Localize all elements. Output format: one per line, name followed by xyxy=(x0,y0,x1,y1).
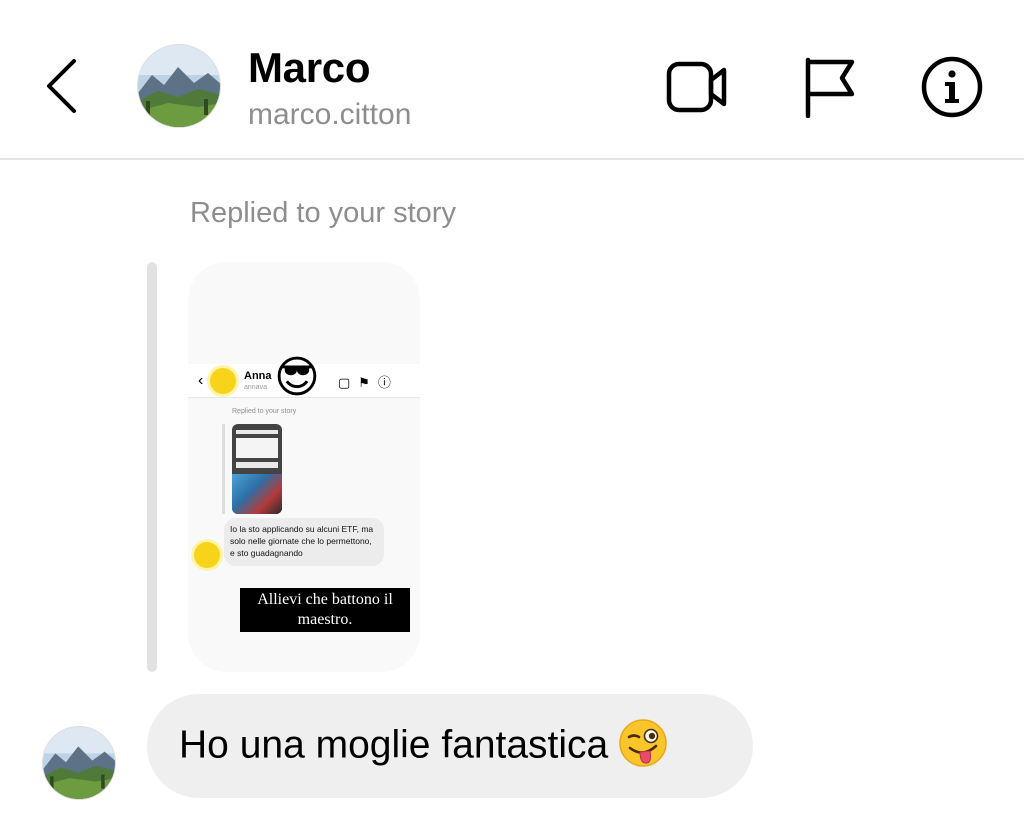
message-bubble[interactable]: Ho una moglie fantastica xyxy=(147,694,753,798)
chevron-left-icon xyxy=(47,59,76,113)
info-button[interactable] xyxy=(918,56,984,118)
message-text: Ho una moglie fantastica xyxy=(179,723,609,767)
mountain-landscape-avatar xyxy=(43,727,115,799)
reply-indicator-bar xyxy=(147,262,157,672)
story-caption: Allievi che battono il maestro. xyxy=(240,588,410,632)
sender-avatar[interactable] xyxy=(42,726,116,800)
mountain-landscape-avatar xyxy=(138,45,220,127)
flag-icon xyxy=(805,57,855,119)
mini-back-icon: ‹ xyxy=(198,372,204,389)
mini-reply-bar xyxy=(222,424,225,514)
avatar[interactable] xyxy=(137,44,221,128)
contact-username[interactable]: marco.citton xyxy=(248,98,411,132)
mini-reply-bubble: Io la sto applicando su alcuni ETF, ma s… xyxy=(224,518,384,566)
replied-to-story-label: Replied to your story xyxy=(190,197,456,229)
mini-header-icons: ▢⚑ⓘ xyxy=(338,375,399,390)
winking-face-with-tongue-icon xyxy=(618,718,668,768)
video-call-button[interactable] xyxy=(664,56,730,118)
mini-story-thumbnail xyxy=(232,424,282,514)
back-button[interactable] xyxy=(40,55,90,117)
story-preview-card[interactable]: ‹ Anna annava ▢⚑ⓘ 😎 Replied to your stor… xyxy=(188,262,420,672)
report-button[interactable] xyxy=(800,56,866,119)
mini-contact-handle: annava xyxy=(244,384,267,391)
sunglasses-sticker: 😎 xyxy=(274,353,320,402)
story-screenshot: ‹ Anna annava ▢⚑ⓘ 😎 Replied to your stor… xyxy=(188,262,420,672)
mini-sun-avatar xyxy=(210,368,236,394)
chat-header: Marco marco.citton xyxy=(0,0,1024,160)
mini-replied-label: Replied to your story xyxy=(232,408,297,415)
mini-contact-name: Anna xyxy=(244,370,272,382)
message-content: Ho una moglie fantastica xyxy=(179,719,668,772)
contact-name[interactable]: Marco xyxy=(248,44,371,92)
info-circle-icon xyxy=(921,56,983,118)
video-camera-icon xyxy=(666,61,727,113)
mini-sun-avatar-2 xyxy=(194,542,220,568)
